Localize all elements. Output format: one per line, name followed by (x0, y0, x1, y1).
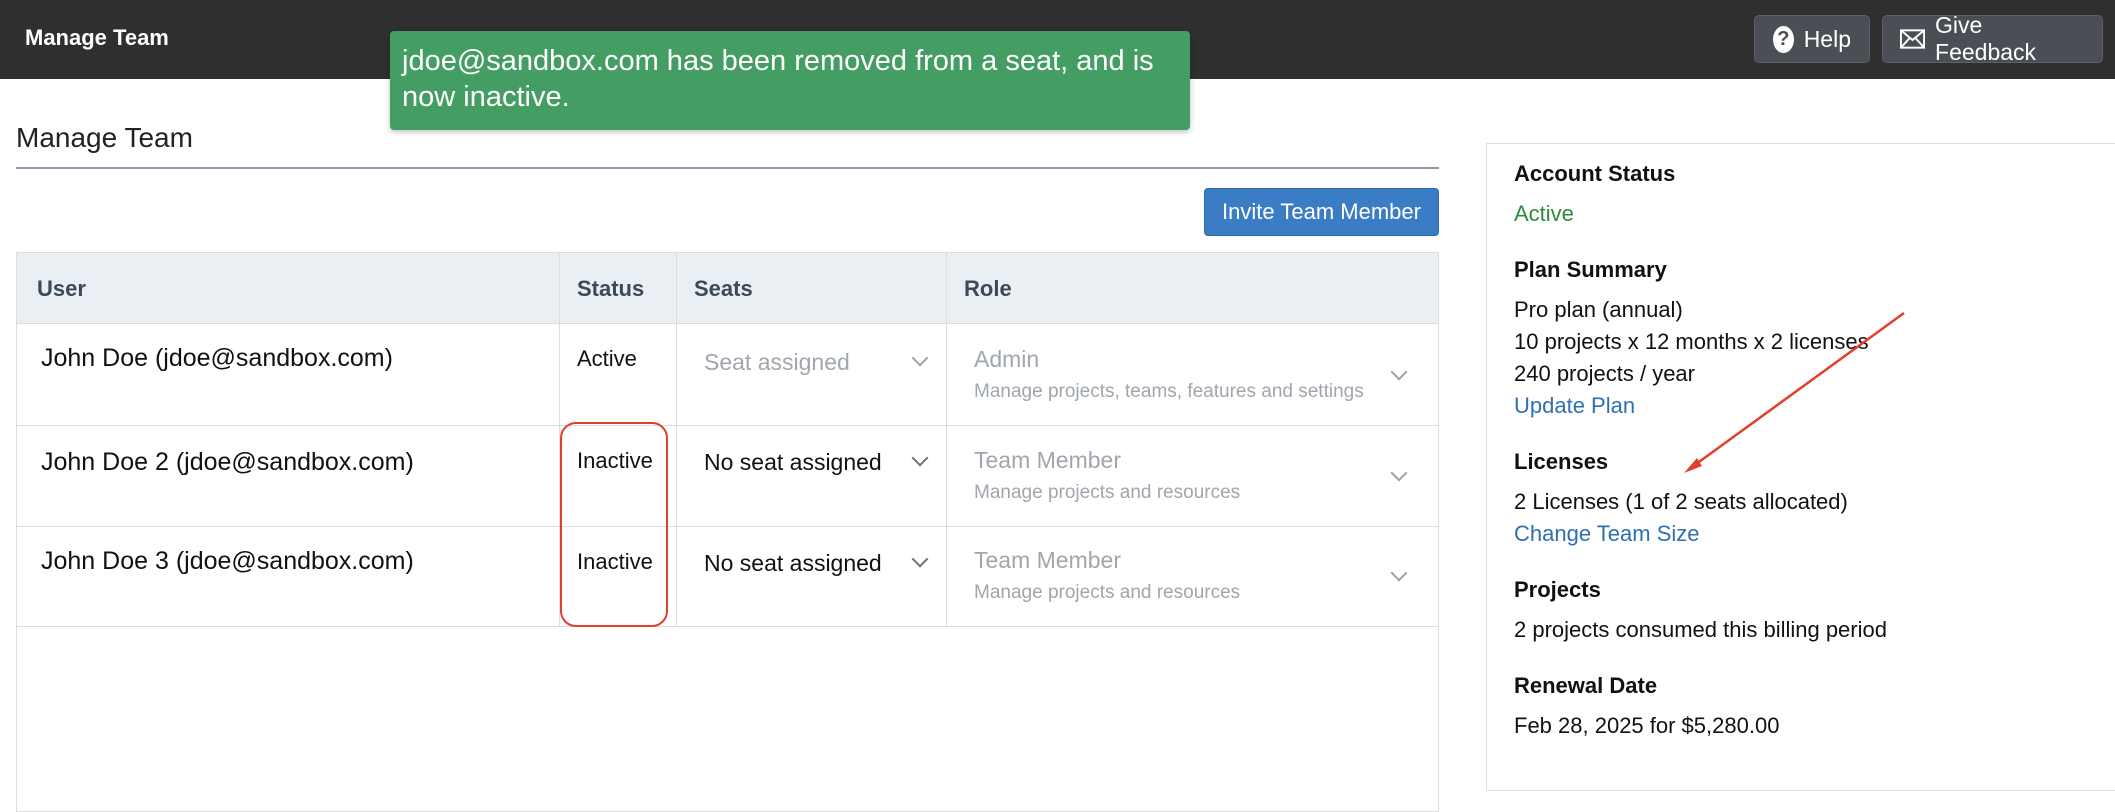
invite-team-member-button[interactable]: Invite Team Member (1204, 188, 1439, 236)
table-header: User Status Seats Role (17, 253, 1438, 324)
user-name: John Doe 3 (jdoe@sandbox.com) (41, 547, 414, 575)
role-description: Manage projects and resources (974, 482, 1241, 503)
chevron-down-icon (911, 449, 929, 467)
seat-select-value: Seat assigned (704, 348, 850, 375)
seat-select-value: No seat assigned (704, 549, 882, 576)
seat-select[interactable]: No seat assigned (704, 446, 934, 478)
licenses-value: 2 Licenses (1 of 2 seats allocated) (1514, 489, 1848, 514)
seat-select-value: No seat assigned (704, 448, 882, 475)
account-status-label: Account Status (1514, 161, 1676, 186)
table-row: John Doe 2 (jdoe@sandbox.com) Inactive N… (17, 426, 1438, 527)
plan-line: 10 projects x 12 months x 2 licenses (1514, 329, 1869, 354)
envelope-icon (1900, 29, 1926, 49)
app-title: Manage Team (25, 25, 169, 50)
column-header-user: User (37, 275, 86, 301)
role-select[interactable]: Team Member Manage projects and resource… (974, 547, 1424, 607)
success-toast: jdoe@sandbox.com has been removed from a… (390, 31, 1190, 130)
projects-value: 2 projects consumed this billing period (1514, 617, 1887, 642)
page-title: Manage Team (16, 122, 193, 153)
heading-divider (16, 167, 1439, 169)
column-header-status: Status (577, 275, 645, 301)
chevron-down-icon (911, 550, 929, 568)
projects-label: Projects (1514, 577, 1601, 602)
user-name: John Doe 2 (jdoe@sandbox.com) (41, 448, 414, 476)
help-label: Help (1803, 25, 1851, 52)
role-title: Team Member (974, 547, 1121, 573)
renewal-date-value: Feb 28, 2025 for $5,280.00 (1514, 713, 1780, 738)
team-table: User Status Seats Role John Doe (jdoe@sa… (16, 252, 1439, 812)
update-plan-link[interactable]: Update Plan (1514, 393, 1635, 419)
table-row: John Doe (jdoe@sandbox.com) Active Seat … (17, 324, 1438, 426)
give-feedback-label: Give Feedback (1935, 12, 2037, 65)
table-row: John Doe 3 (jdoe@sandbox.com) Inactive N… (17, 527, 1438, 627)
plan-summary-label: Plan Summary (1514, 257, 1667, 282)
status-text: Active (577, 346, 637, 371)
account-summary-panel: Account Status Active Plan Summary Pro p… (1486, 143, 2115, 791)
change-team-size-link[interactable]: Change Team Size (1514, 521, 1700, 547)
column-header-seats: Seats (694, 275, 753, 301)
role-select[interactable]: Admin Manage projects, teams, features a… (974, 346, 1424, 406)
chevron-down-icon (911, 349, 929, 367)
annotation-highlight-box (560, 422, 668, 627)
role-description: Manage projects, teams, features and set… (974, 381, 1364, 402)
give-feedback-button[interactable]: Give Feedback (1882, 12, 2103, 65)
seat-select[interactable]: No seat assigned (704, 547, 934, 579)
help-button[interactable]: ? Help (1754, 15, 1870, 63)
column-header-role: Role (964, 275, 1012, 301)
renewal-date-label: Renewal Date (1514, 673, 1658, 698)
user-name: John Doe (jdoe@sandbox.com) (41, 344, 393, 372)
account-status-value: Active (1514, 201, 1574, 226)
role-title: Admin (974, 346, 1040, 372)
plan-line: 240 projects / year (1514, 361, 1695, 386)
seat-select[interactable]: Seat assigned (704, 346, 934, 378)
plan-line: Pro plan (annual) (1514, 297, 1683, 322)
role-description: Manage projects and resources (974, 582, 1241, 603)
licenses-label: Licenses (1514, 449, 1609, 474)
help-icon: ? (1773, 25, 1794, 53)
role-select[interactable]: Team Member Manage projects and resource… (974, 447, 1424, 507)
role-title: Team Member (974, 447, 1121, 473)
